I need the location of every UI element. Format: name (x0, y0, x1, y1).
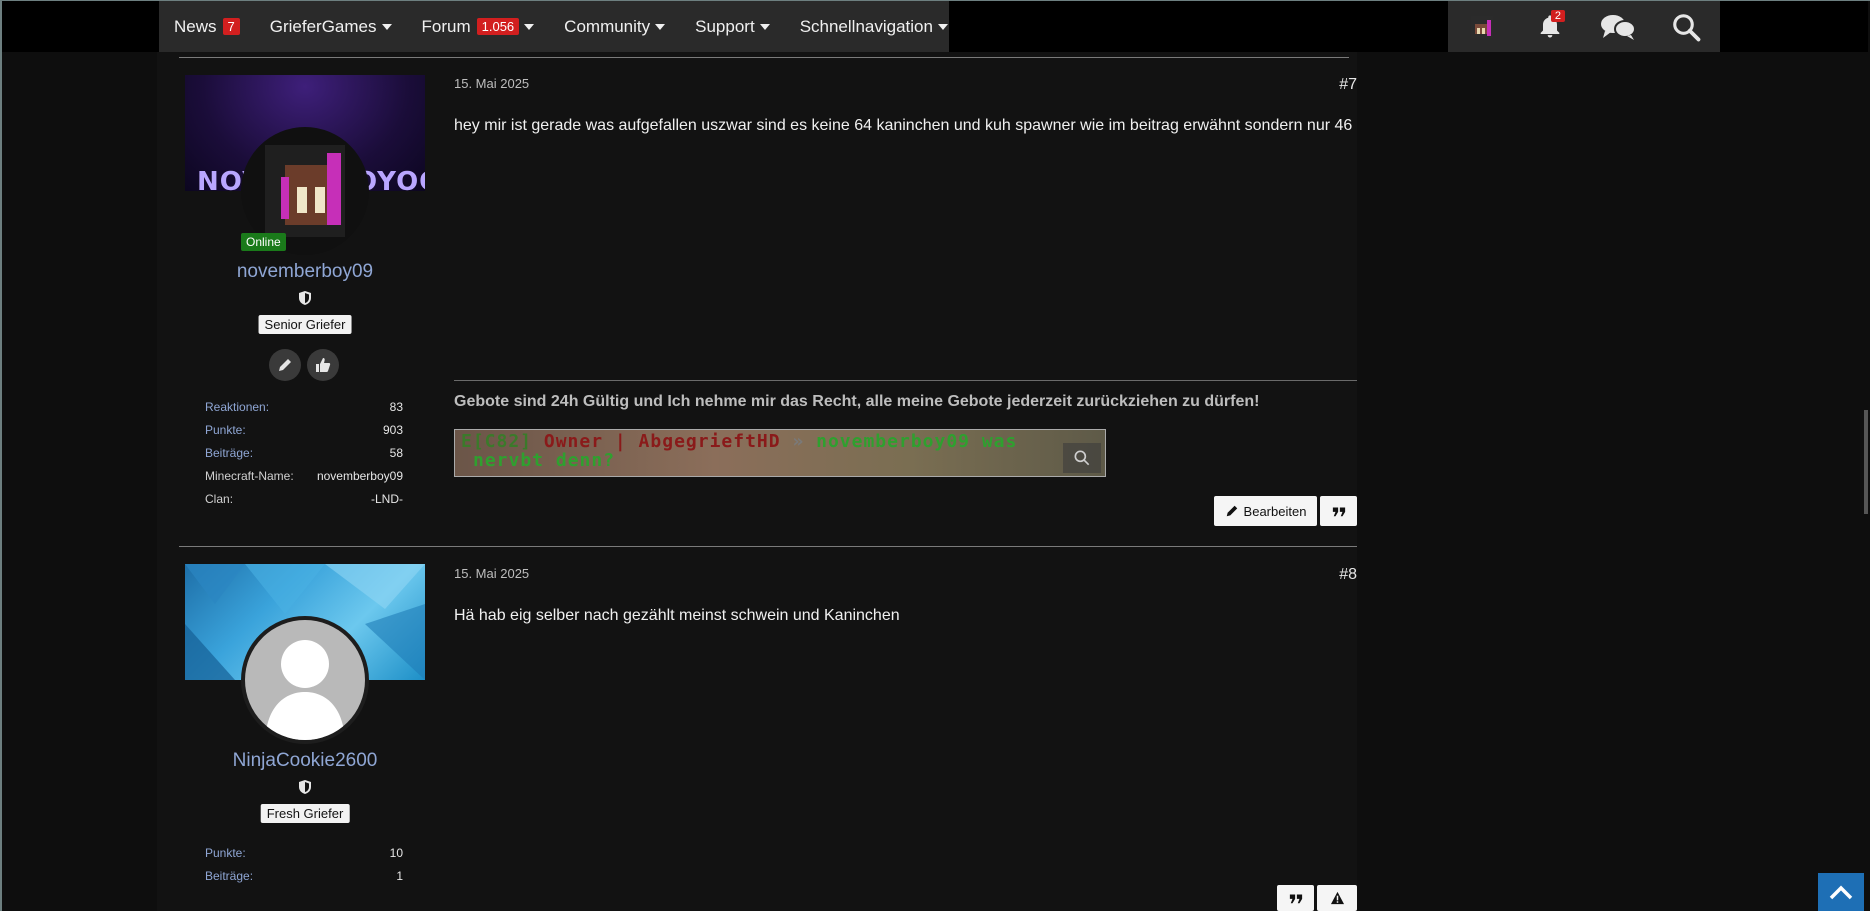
stat-row: Clan: -LND- (205, 487, 403, 510)
user-rank-badge: Senior Griefer (258, 315, 352, 334)
post-divider (179, 546, 1357, 547)
stat-value: 1 (396, 868, 403, 883)
page-scrollbar[interactable] (1864, 410, 1868, 514)
nav-support-label: Support (695, 16, 755, 36)
search-icon (1673, 13, 1701, 41)
chevron-up-icon (1829, 885, 1853, 900)
quote-button[interactable] (1277, 885, 1314, 911)
zoom-image-button[interactable] (1063, 443, 1101, 473)
thread-content: NOV OYOO Online novemberboy09 (157, 52, 1357, 911)
post-author-sidebar: NOV OYOO Online novemberboy09 (185, 75, 425, 515)
like-profile-button[interactable] (307, 349, 339, 381)
quote-icon (1289, 894, 1302, 904)
report-button[interactable] (1317, 885, 1357, 911)
stat-value: 58 (389, 445, 403, 460)
pencil-icon (279, 359, 291, 371)
default-avatar-icon (245, 620, 365, 740)
author-stats: Reaktionen: 83 Punkte: 903 Beiträge: 58 … (205, 395, 403, 510)
nav-news[interactable]: News 7 (159, 1, 255, 52)
post-message: hey mir ist gerade was aufgefallen uszwa… (454, 117, 1353, 134)
stat-key[interactable]: Beiträge: (205, 446, 253, 460)
post-date[interactable]: 15. Mai 2025 (454, 566, 529, 581)
post-permalink[interactable]: #7 (1339, 76, 1357, 94)
caret-down-icon (381, 23, 392, 30)
post-permalink[interactable]: #8 (1339, 566, 1357, 584)
post-body: 15. Mai 2025 #8 Hä hab eig selber nach g… (454, 564, 1357, 911)
edit-post-label: Bearbeiten (1243, 503, 1307, 519)
stat-key[interactable]: Punkte: (205, 846, 246, 860)
nav-griefergames-label: GrieferGames (269, 16, 377, 36)
caret-down-icon (759, 23, 770, 30)
stat-key: Clan: (205, 491, 234, 506)
stat-key[interactable]: Beiträge: (205, 869, 253, 883)
scroll-to-top-button[interactable] (1818, 873, 1864, 911)
search-button[interactable] (1666, 7, 1706, 47)
stat-key[interactable]: Reaktionen: (205, 400, 269, 414)
notification-count-badge: 2 (1550, 9, 1565, 22)
nav-schnellnavigation-label: Schnellnavigation (799, 16, 933, 36)
nav-community-label: Community (564, 16, 651, 36)
top-navigation-bar: News 7 GrieferGames Forum 1.056 Communit… (2, 1, 1868, 52)
caret-down-icon (524, 23, 535, 30)
nav-griefergames[interactable]: GrieferGames (255, 1, 407, 52)
edit-profile-button[interactable] (269, 349, 301, 381)
user-avatar-icon (1471, 15, 1493, 38)
stat-value: -LND- (371, 491, 403, 506)
author-username[interactable]: novemberboy09 (185, 261, 425, 283)
nav-community[interactable]: Community (549, 1, 680, 52)
stat-row: Reaktionen: 83 (205, 395, 403, 418)
stat-row: Punkte: 10 (205, 841, 403, 864)
signature-text: Gebote sind 24h Gültig und Ich nehme mir… (454, 393, 1260, 410)
edit-post-button[interactable]: Bearbeiten (1214, 496, 1317, 526)
caret-down-icon (937, 23, 948, 30)
user-avatar-button[interactable] (1462, 7, 1502, 47)
post-body: 15. Mai 2025 #7 hey mir ist gerade was a… (454, 75, 1357, 545)
stat-value: 83 (389, 399, 403, 414)
stat-row: Punkte: 903 (205, 418, 403, 441)
notifications-button[interactable]: 2 (1530, 7, 1570, 47)
main-menu: News 7 GrieferGames Forum 1.056 Communit… (159, 1, 949, 52)
nav-support[interactable]: Support (680, 1, 785, 52)
user-rank-badge: Fresh Griefer (260, 804, 350, 823)
shield-icon (299, 780, 311, 794)
author-stats: Punkte: 10 Beiträge: 1 (205, 841, 403, 887)
magnifier-icon (1074, 450, 1090, 466)
stat-row: Minecraft-Name: novemberboy09 (205, 464, 403, 487)
signature-divider (454, 380, 1357, 381)
stat-row: Beiträge: 1 (205, 864, 403, 887)
shield-icon (299, 291, 311, 305)
post-7: NOV OYOO Online novemberboy09 (157, 75, 1357, 545)
warning-icon (1330, 891, 1344, 905)
user-menu: 2 (1448, 1, 1720, 52)
conversations-button[interactable] (1598, 7, 1638, 47)
caret-down-icon (655, 23, 666, 30)
stat-row: Beiträge: 58 (205, 441, 403, 464)
news-count-badge: 7 (222, 18, 240, 35)
nav-schnellnavigation[interactable]: Schnellnavigation (785, 1, 963, 52)
online-status-badge: Online (241, 233, 286, 251)
signature-image[interactable]: E[C82] Owner | AbgegrieftHD » novemberbo… (454, 429, 1106, 477)
quote-button[interactable] (1320, 496, 1357, 526)
post-divider (179, 57, 1349, 58)
nav-forum[interactable]: Forum 1.056 (407, 1, 550, 52)
pencil-icon (1226, 505, 1237, 517)
post-message: Hä hab eig selber nach gezählt meinst sc… (454, 607, 900, 624)
nav-news-label: News (174, 16, 217, 36)
nav-forum-label: Forum (421, 16, 471, 36)
stat-value: 10 (389, 845, 403, 860)
post-author-sidebar: NinjaCookie2600 Fresh Griefer Punkte: 10… (185, 564, 425, 911)
stat-value: novemberboy09 (316, 468, 403, 483)
post-8: NinjaCookie2600 Fresh Griefer Punkte: 10… (157, 564, 1357, 911)
user-avatar[interactable] (241, 616, 369, 744)
forum-count-badge: 1.056 (476, 18, 520, 35)
post-date[interactable]: 15. Mai 2025 (454, 76, 529, 91)
quote-icon (1332, 507, 1345, 517)
stat-value: 903 (382, 422, 403, 437)
author-username[interactable]: NinjaCookie2600 (185, 750, 425, 772)
chat-bubbles-icon (1601, 14, 1636, 40)
stat-key[interactable]: Punkte: (205, 423, 246, 437)
thumbs-up-icon (316, 358, 331, 372)
stat-key: Minecraft-Name: (205, 468, 294, 483)
signature-image-text: E[C82] Owner | AbgegrieftHD » novemberbo… (461, 431, 1018, 471)
